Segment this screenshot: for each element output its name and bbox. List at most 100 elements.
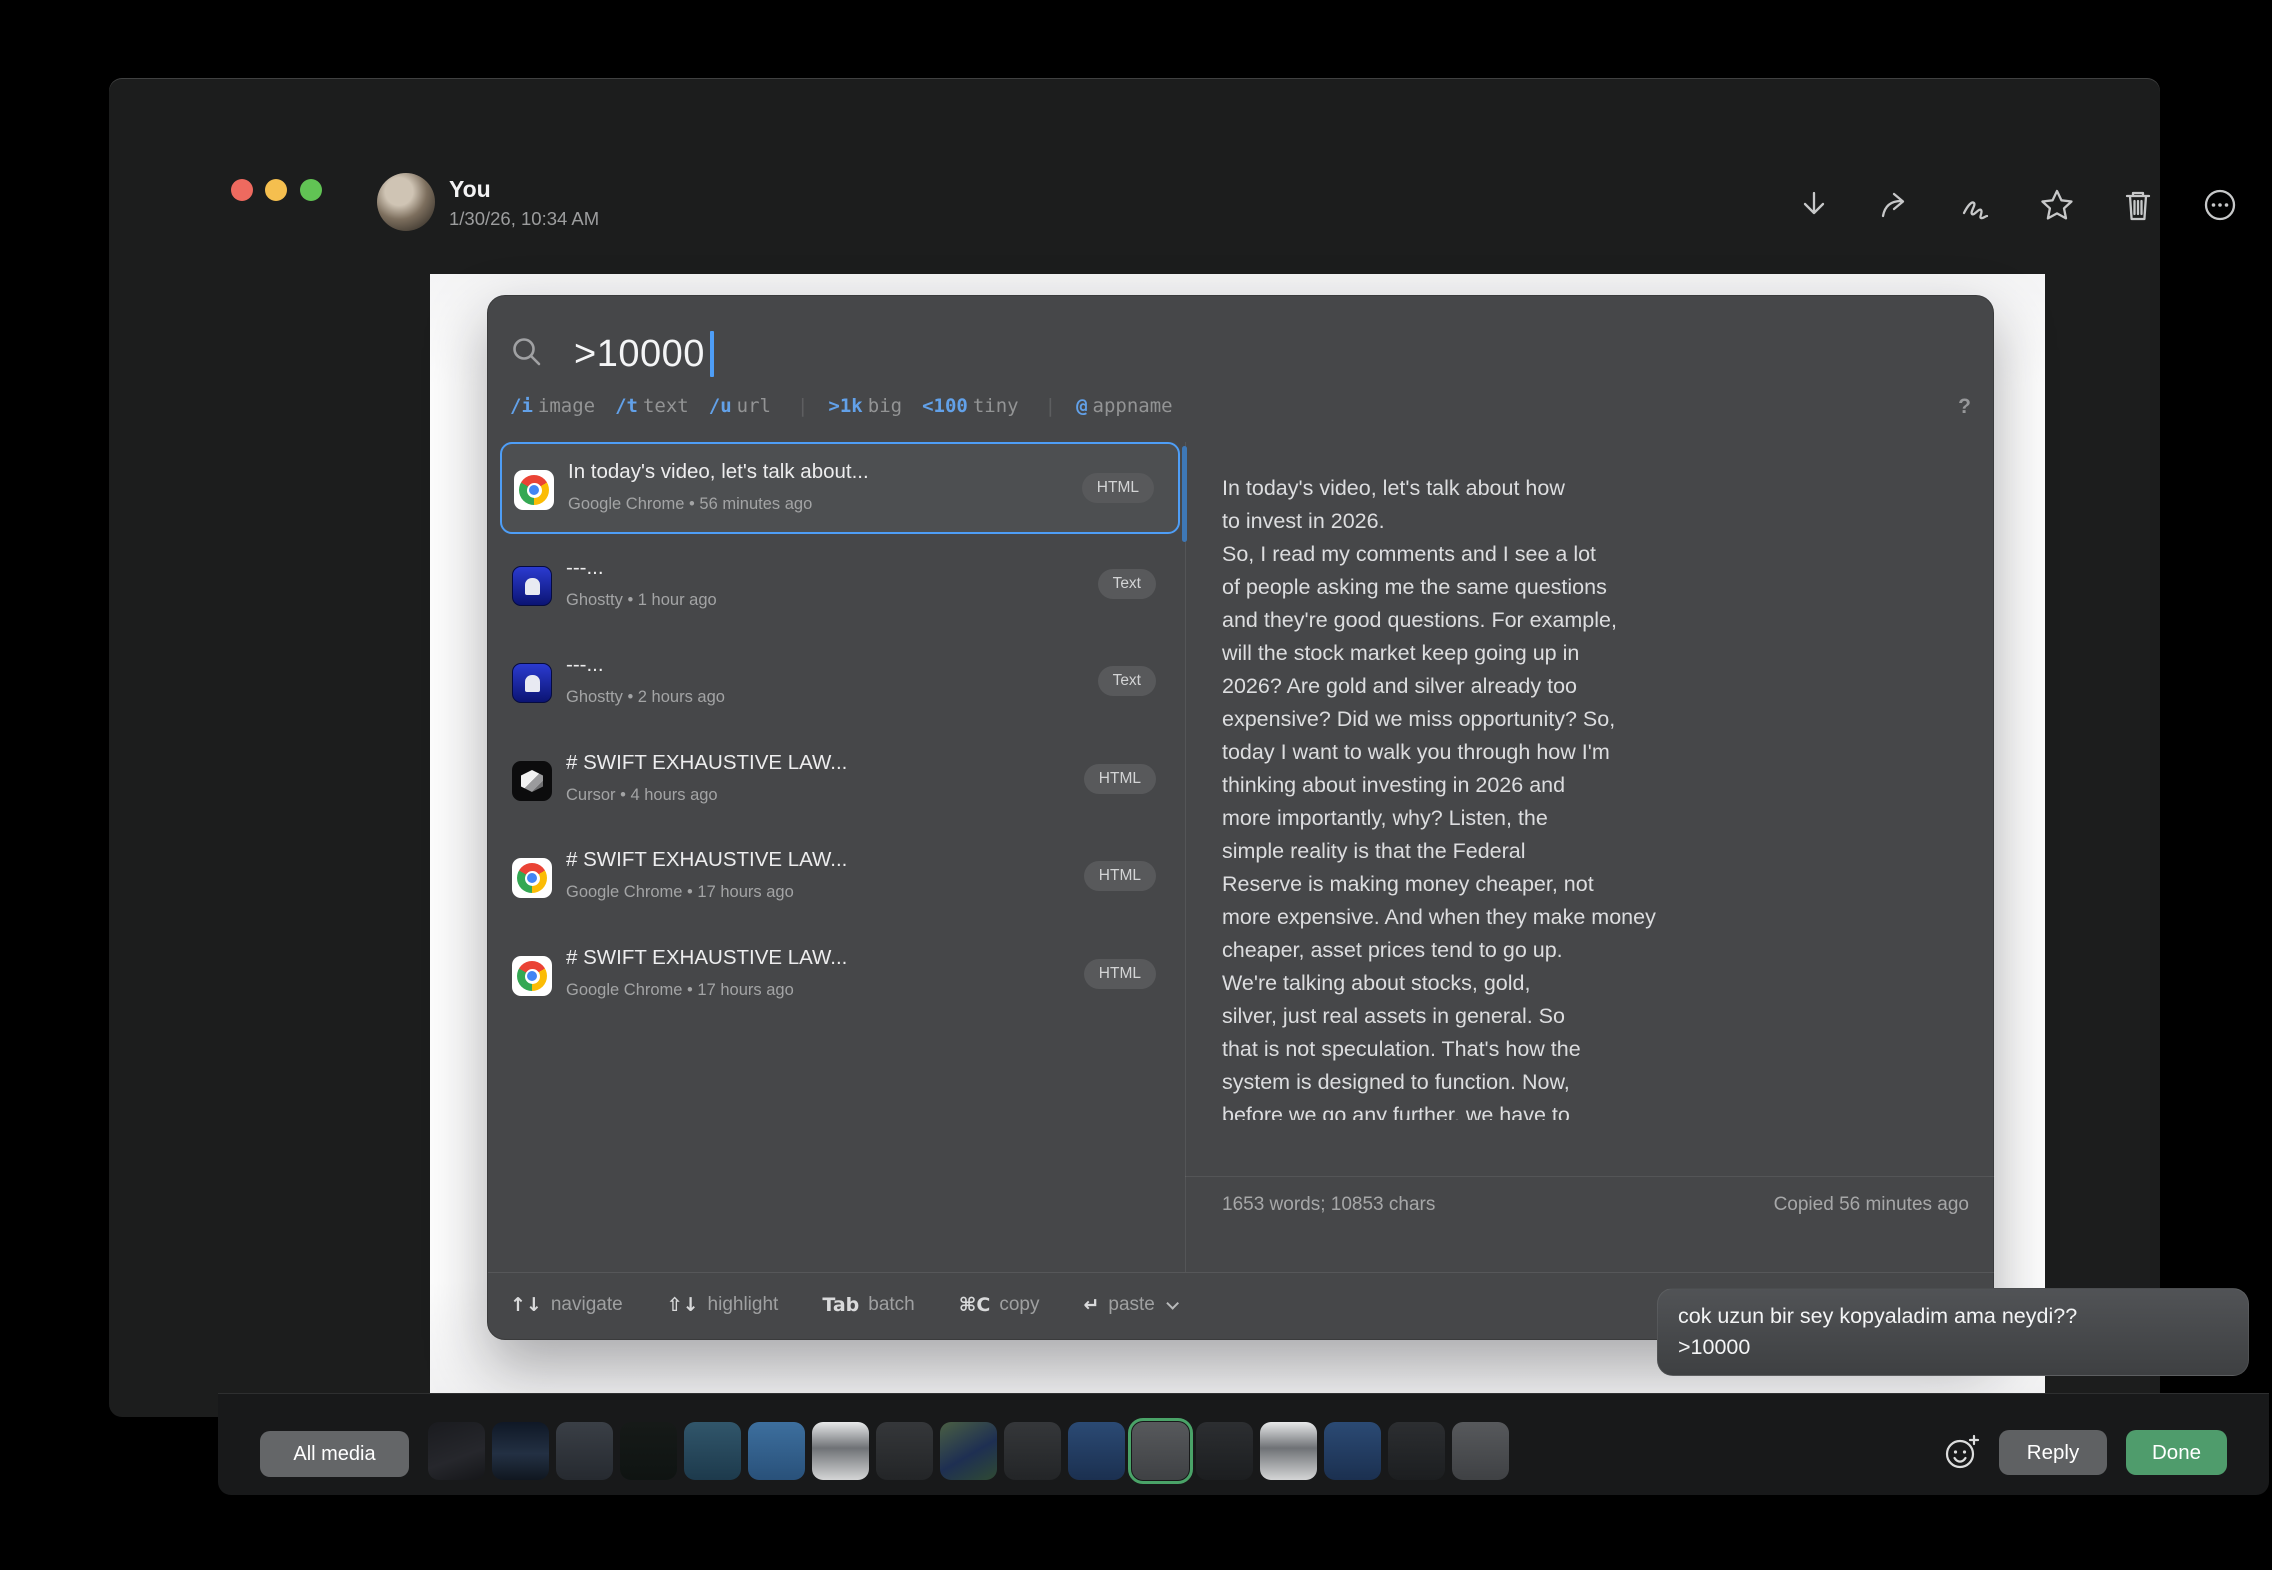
- shortcut-hint-copy: ⌘Ccopy: [959, 1294, 1040, 1316]
- shortcut-hint-navigate: ↑↓navigate: [510, 1294, 623, 1316]
- filter-hints: /iimage/ttext/uurl | >1k big <100tiny | @ appna…: [510, 395, 1193, 417]
- media-thumbnail[interactable]: [1196, 1422, 1253, 1480]
- media-thumbnail[interactable]: [492, 1422, 549, 1480]
- stats-divider: [1185, 1176, 1995, 1177]
- ghostty-app-icon: [512, 566, 552, 606]
- content-type-badge: HTML: [1084, 764, 1156, 794]
- media-thumbnail[interactable]: [1260, 1422, 1317, 1480]
- chrome-app-icon: [512, 956, 552, 996]
- filter-hint: appname: [1093, 395, 1173, 417]
- clipboard-item[interactable]: # SWIFT EXHAUSTIVE LAW... Cursor • 4 hour…: [500, 735, 1180, 827]
- clipboard-item[interactable]: # SWIFT EXHAUSTIVE LAW... Google Chrome •…: [500, 832, 1180, 924]
- clipboard-item[interactable]: # SWIFT EXHAUSTIVE LAW... Google Chrome •…: [500, 930, 1180, 1022]
- trash-icon[interactable]: [2117, 184, 2159, 226]
- clipboard-item-meta: Google Chrome • 17 hours ago: [566, 883, 794, 902]
- avatar: [377, 173, 435, 231]
- content-type-badge: HTML: [1084, 861, 1156, 891]
- search-bar[interactable]: >10000: [510, 326, 1410, 382]
- filter-hint: tiny: [973, 395, 1019, 417]
- search-icon: [510, 335, 544, 374]
- clipboard-item-title: # SWIFT EXHAUSTIVE LAW...: [566, 946, 847, 970]
- filter-hint: /u: [709, 395, 732, 417]
- filter-hint: big: [868, 395, 902, 417]
- filter-hint: text: [643, 395, 689, 417]
- media-thumbnail[interactable]: [812, 1422, 869, 1480]
- media-thumbnail[interactable]: [748, 1422, 805, 1480]
- markup-icon[interactable]: [1955, 184, 1997, 226]
- shortcut-hint-highlight: ⇧↓highlight: [667, 1294, 779, 1316]
- screen: You 1/30/26, 10:34 AM: [0, 0, 2272, 1570]
- clipboard-item-title: ---...: [566, 556, 604, 580]
- clipboard-item[interactable]: In today's video, let's talk about... Goo…: [500, 442, 1180, 534]
- message-bubble[interactable]: cok uzun bir sey kopyaladim ama neydi?? …: [1657, 1288, 2249, 1376]
- toolbar-divider: [488, 1272, 1995, 1273]
- media-thumbnail-selected[interactable]: [1132, 1422, 1189, 1480]
- filter-hint: <100: [922, 395, 968, 417]
- media-thumbnail[interactable]: [1004, 1422, 1061, 1480]
- chrome-app-icon: [512, 858, 552, 898]
- filter-hint: >1k: [828, 395, 862, 417]
- media-thumbnail[interactable]: [620, 1422, 677, 1480]
- media-thumbnail[interactable]: [876, 1422, 933, 1480]
- shortcut-hint-paste[interactable]: ↵paste: [1083, 1294, 1174, 1316]
- all-media-button[interactable]: All media: [260, 1431, 409, 1477]
- filter-hint: url: [737, 395, 771, 417]
- media-thumbnail[interactable]: [1324, 1422, 1381, 1480]
- download-icon[interactable]: [1793, 184, 1835, 226]
- filter-hint: |: [1045, 395, 1056, 417]
- search-input-value[interactable]: >10000: [574, 333, 705, 376]
- pane-divider: [1185, 442, 1186, 1272]
- ghostty-app-icon: [512, 663, 552, 703]
- filter-hint: /i: [510, 395, 533, 417]
- help-icon[interactable]: ?: [1958, 395, 1971, 419]
- close-button[interactable]: [231, 179, 253, 201]
- clipboard-preview-text: In today's video, let's talk about how t…: [1222, 472, 1842, 1120]
- clipboard-item-title: In today's video, let's talk about...: [568, 460, 869, 484]
- minimize-button[interactable]: [265, 179, 287, 201]
- media-thumbnail[interactable]: [1452, 1422, 1509, 1480]
- copied-time: Copied 56 minutes ago: [1774, 1194, 1969, 1216]
- message-timestamp: 1/30/26, 10:34 AM: [449, 208, 599, 230]
- reply-button[interactable]: Reply: [1999, 1430, 2107, 1475]
- clipboard-item[interactable]: ---...Ghostty • 1 hour agoText: [500, 540, 1180, 632]
- media-thumbnail[interactable]: [1068, 1422, 1125, 1480]
- word-char-count: 1653 words; 10853 chars: [1222, 1194, 1435, 1216]
- content-type-badge: HTML: [1084, 959, 1156, 989]
- shared-screenshot-image: >10000 /iimage/ttext/uurl | >1k big <100tiny…: [430, 274, 2045, 1393]
- more-options-icon[interactable]: [2199, 184, 2241, 226]
- media-thumbnail[interactable]: [1388, 1422, 1445, 1480]
- clipboard-item-title: ---...: [566, 653, 604, 677]
- clipboard-item-title: # SWIFT EXHAUSTIVE LAW...: [566, 751, 847, 775]
- message-viewer-window: You 1/30/26, 10:34 AM: [109, 78, 2160, 1417]
- done-button[interactable]: Done: [2126, 1430, 2227, 1475]
- content-type-badge: HTML: [1082, 473, 1154, 503]
- media-thumbnail[interactable]: [428, 1422, 485, 1480]
- media-thumbnail[interactable]: [684, 1422, 741, 1480]
- filter-hint: /t: [615, 395, 638, 417]
- shortcut-bar: ↑↓navigate ⇧↓highlight Tabbatch ⌘Ccopy ↵past…: [510, 1282, 1175, 1328]
- clipboard-item-meta: Ghostty • 2 hours ago: [566, 688, 725, 707]
- media-thumbnail[interactable]: [940, 1422, 997, 1480]
- clipboard-item-title: # SWIFT EXHAUSTIVE LAW...: [566, 848, 847, 872]
- filter-hint: @: [1076, 395, 1087, 417]
- sender-name: You: [449, 176, 491, 203]
- chevron-down-icon: [1166, 1297, 1179, 1310]
- filter-hint: image: [538, 395, 595, 417]
- clipboard-item-meta: Google Chrome • 56 minutes ago: [568, 495, 812, 514]
- clipboard-item-meta: Cursor • 4 hours ago: [566, 786, 718, 805]
- cursor-app-icon: [512, 761, 552, 801]
- emoji-reaction-icon[interactable]: [1942, 1432, 1982, 1472]
- media-thumbnail[interactable]: [556, 1422, 613, 1480]
- clipboard-item[interactable]: ---...Ghostty • 2 hours agoText: [500, 637, 1180, 729]
- clipboard-item-meta: Google Chrome • 17 hours ago: [566, 981, 794, 1000]
- filter-hint: |: [797, 395, 808, 417]
- share-icon[interactable]: [1875, 184, 1917, 226]
- media-bar: All media Reply Done: [218, 1393, 2269, 1495]
- zoom-button[interactable]: [300, 179, 322, 201]
- shortcut-hint-batch: Tabbatch: [822, 1294, 914, 1316]
- chrome-app-icon: [514, 470, 554, 510]
- content-type-badge: Text: [1098, 569, 1156, 599]
- scroll-indicator[interactable]: [1182, 446, 1187, 542]
- text-caret: [710, 331, 714, 377]
- star-icon[interactable]: [2036, 184, 2078, 226]
